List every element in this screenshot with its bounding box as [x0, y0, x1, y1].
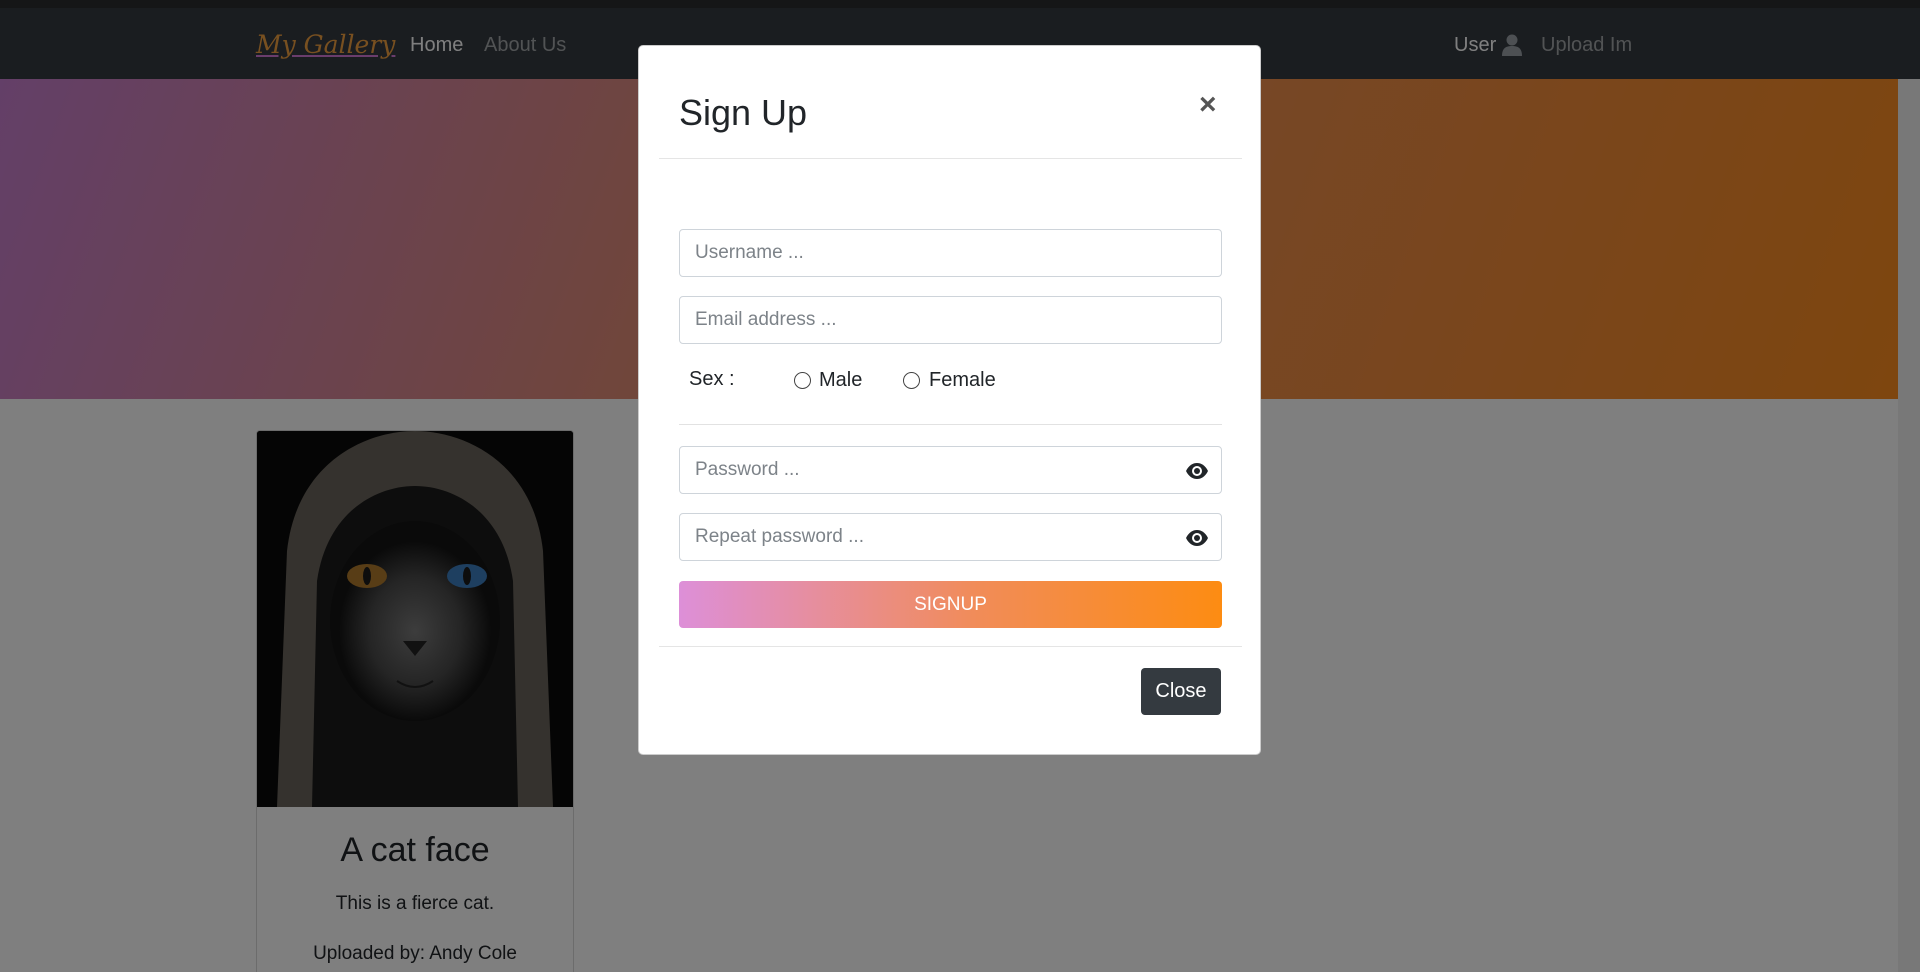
username-input[interactable] — [680, 230, 1221, 276]
repeat-password-input[interactable] — [680, 514, 1221, 560]
modal-title: Sign Up — [679, 92, 808, 133]
female-label[interactable]: Female — [929, 369, 996, 392]
eye-icon[interactable] — [1185, 459, 1209, 483]
eye-icon[interactable] — [1185, 526, 1209, 550]
modal-header-divider — [659, 158, 1242, 159]
sex-label: Sex : — [689, 368, 735, 390]
male-radio[interactable] — [794, 372, 811, 389]
modal-footer-divider — [659, 646, 1242, 647]
form-divider — [679, 424, 1222, 425]
male-label[interactable]: Male — [819, 369, 862, 392]
password-field[interactable] — [679, 446, 1222, 494]
close-button[interactable]: Close — [1141, 668, 1221, 715]
email-input[interactable] — [680, 297, 1221, 343]
female-radio[interactable] — [903, 372, 920, 389]
repeat-password-field[interactable] — [679, 513, 1222, 561]
signup-modal: Sign Up × Sex : Male Female SIGNUP Close — [638, 45, 1261, 755]
password-input[interactable] — [680, 447, 1221, 493]
username-field[interactable] — [679, 229, 1222, 277]
signup-button[interactable]: SIGNUP — [679, 581, 1222, 628]
close-icon[interactable]: × — [1199, 88, 1217, 122]
email-field[interactable] — [679, 296, 1222, 344]
